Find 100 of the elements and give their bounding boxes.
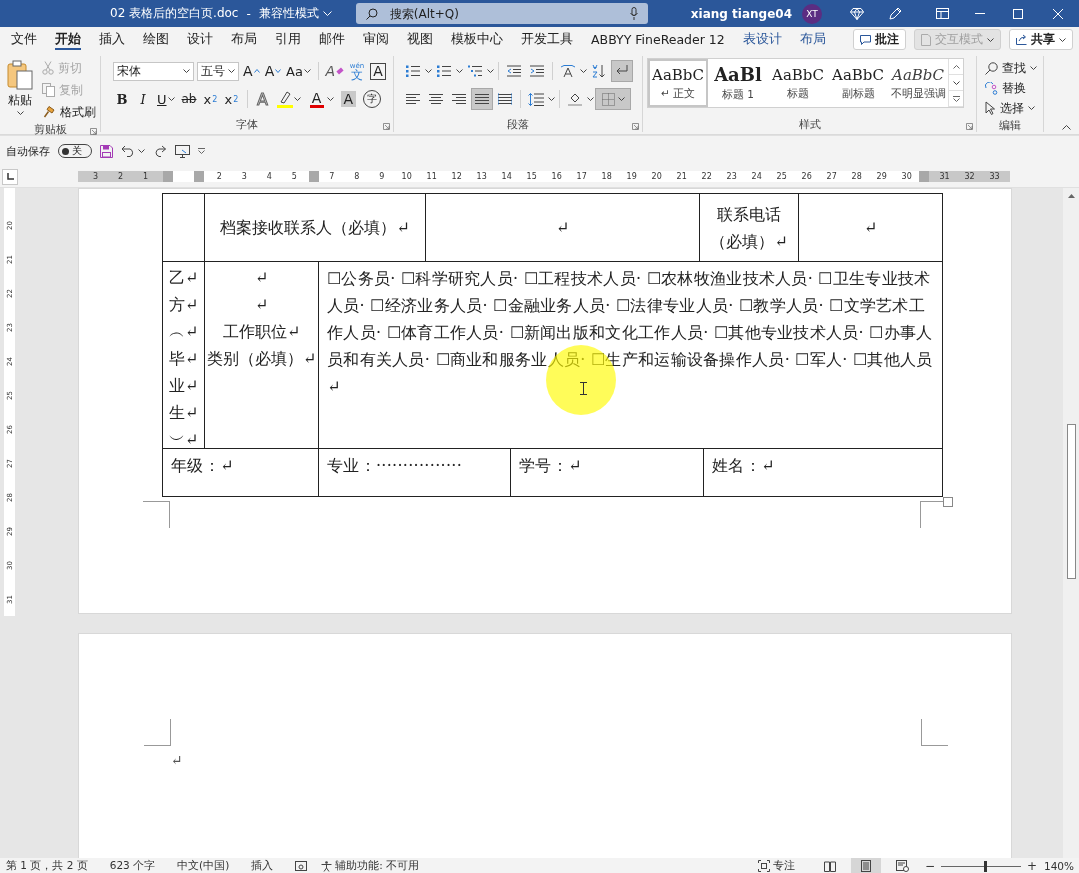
customize-toolbar-button[interactable] <box>198 148 205 154</box>
ribbon-tab[interactable]: 视图 <box>398 27 442 52</box>
font-name-field[interactable]: 宋体 <box>113 61 195 81</box>
dialog-launcher-icon <box>90 128 97 135</box>
grow-font-button[interactable]: A <box>241 60 261 82</box>
ruler-number: 12 <box>450 171 463 182</box>
search-input[interactable]: 搜索(Alt+Q) <box>387 5 620 22</box>
find-button[interactable]: 查找 <box>985 58 1043 78</box>
superscript-button[interactable]: x$^{2}$ <box>222 88 241 110</box>
ribbon-tab[interactable]: 插入 <box>90 27 134 52</box>
ribbon-tab[interactable]: 表设计 <box>733 27 791 52</box>
strikethrough-button[interactable]: ab <box>179 88 199 110</box>
ribbon-tab[interactable]: 引用 <box>266 27 310 52</box>
bold-button[interactable]: B <box>113 88 131 110</box>
character-shading-button[interactable]: A <box>338 88 359 110</box>
copy-icon <box>42 83 55 97</box>
save-button[interactable] <box>100 144 113 158</box>
down-chevron-icon <box>952 80 960 85</box>
zoom-slider-thumb[interactable] <box>984 860 987 872</box>
font-size-field[interactable]: 五号 <box>197 61 239 81</box>
ruler-number: 28 <box>850 171 863 182</box>
dialog-launcher-icon <box>383 123 390 130</box>
style-option[interactable]: AaBbC 不明显强调 <box>888 59 948 107</box>
table-cell: 联系电话（必填）↵ <box>700 194 799 262</box>
focus-icon <box>758 860 770 872</box>
tab-stop-selector[interactable] <box>2 168 18 185</box>
ribbon-tab[interactable]: 模板中心 <box>442 27 512 52</box>
speech-bubble-icon <box>860 34 871 45</box>
book-icon <box>824 860 836 872</box>
ribbon-tab[interactable]: 设计 <box>178 27 222 52</box>
italic-button[interactable]: I <box>134 88 152 110</box>
diamond-icon <box>850 7 864 20</box>
ruler-number: 31 <box>938 171 951 182</box>
search-box[interactable]: 搜索(Alt+Q) <box>355 3 648 24</box>
table-resize-handle[interactable] <box>943 497 953 507</box>
autosave-label: 自动保存 <box>6 143 50 159</box>
style-option[interactable]: AaBbC 标题 <box>768 59 828 107</box>
ruler-number: 8 <box>353 171 361 182</box>
highlighter-icon <box>276 90 293 108</box>
column-marker[interactable] <box>194 171 204 182</box>
scrollbar-thumb[interactable] <box>1066 424 1076 579</box>
underline-button[interactable]: U <box>155 88 177 110</box>
column-marker[interactable] <box>162 171 173 182</box>
pointer-icon <box>985 101 996 115</box>
screen-button[interactable] <box>175 144 190 158</box>
caret-icon <box>1028 106 1035 110</box>
clear-formatting-button[interactable]: A <box>324 60 345 82</box>
caret-icon <box>227 69 235 73</box>
bulleted-list-icon <box>406 65 420 77</box>
align-justify-button[interactable] <box>471 88 493 110</box>
ribbon-tab[interactable]: ABBYY FineReader 12 <box>582 27 734 52</box>
paste-button[interactable]: 粘贴 <box>4 56 36 122</box>
ruler-number: 25 <box>775 171 788 182</box>
column-marker[interactable] <box>309 171 320 182</box>
zoom-level-button[interactable]: 140% <box>1039 860 1079 872</box>
compatibility-mode-button[interactable]: 兼容性模式 <box>258 5 332 22</box>
redo-button[interactable] <box>153 145 167 157</box>
style-option[interactable]: AaBbC 副标题 <box>828 59 888 107</box>
caret-icon <box>987 37 994 42</box>
ruler-number: 33 <box>988 171 1001 182</box>
group-label: 编辑 <box>999 118 1021 133</box>
ribbon-tab[interactable]: 邮件 <box>310 27 354 52</box>
zoom-out-button[interactable]: − <box>923 859 937 873</box>
select-button[interactable]: 选择 <box>985 98 1043 118</box>
ruler-number: 20 <box>650 171 663 182</box>
ribbon-tab[interactable]: 开发工具 <box>512 27 582 52</box>
save-icon <box>100 144 113 158</box>
character-border-button[interactable]: A <box>369 60 387 82</box>
ribbon-tab[interactable]: 布局 <box>790 27 835 52</box>
table-cell: ↵ ↵ 工作职位↵ 类别（必填）↵ <box>205 262 319 449</box>
caret-icon <box>1059 37 1066 42</box>
crop-mark <box>144 719 171 746</box>
painter-button[interactable]: 格式刷 <box>42 102 96 122</box>
ruler-number: 5 <box>290 171 298 182</box>
title-separator: - <box>246 6 251 21</box>
document-edit-icon <box>921 33 931 46</box>
ribbon-tab[interactable]: 绘图 <box>134 27 178 52</box>
undo-button[interactable] <box>121 145 145 157</box>
change-case-button[interactable]: Aa <box>285 60 312 82</box>
zoom-in-button[interactable]: + <box>1025 859 1039 873</box>
ribbon-tab[interactable]: 开始 <box>46 27 90 52</box>
share-button[interactable]: 共享 <box>1009 29 1073 50</box>
focus-button[interactable]: 专注 <box>758 859 795 873</box>
accessibility-button[interactable]: 辅助功能: 不可用 <box>321 859 420 873</box>
align-justify-icon <box>475 93 489 105</box>
ribbon-tab[interactable]: 布局 <box>222 27 266 52</box>
user-avatar[interactable]: XT <box>802 3 822 24</box>
font-color-button[interactable]: A <box>305 88 336 110</box>
collapse-ribbon-icon <box>1062 125 1071 130</box>
vertical-scrollbar[interactable] <box>1063 188 1079 858</box>
column-marker[interactable] <box>919 171 929 182</box>
line-spacing-icon <box>528 92 544 106</box>
replace-button[interactable]: 替换 <box>985 78 1043 98</box>
ribbon-tab[interactable]: 审阅 <box>354 27 398 52</box>
style-option[interactable]: AaBbC ↵ 正文 <box>648 59 708 107</box>
shrink-font-button[interactable]: A <box>263 60 283 82</box>
ribbon-tab[interactable]: 文件 <box>2 27 46 52</box>
print-view-button[interactable] <box>851 858 881 873</box>
comment-button[interactable]: 批注 <box>853 29 906 50</box>
style-option[interactable]: AaBl 标题 1 <box>708 59 768 107</box>
